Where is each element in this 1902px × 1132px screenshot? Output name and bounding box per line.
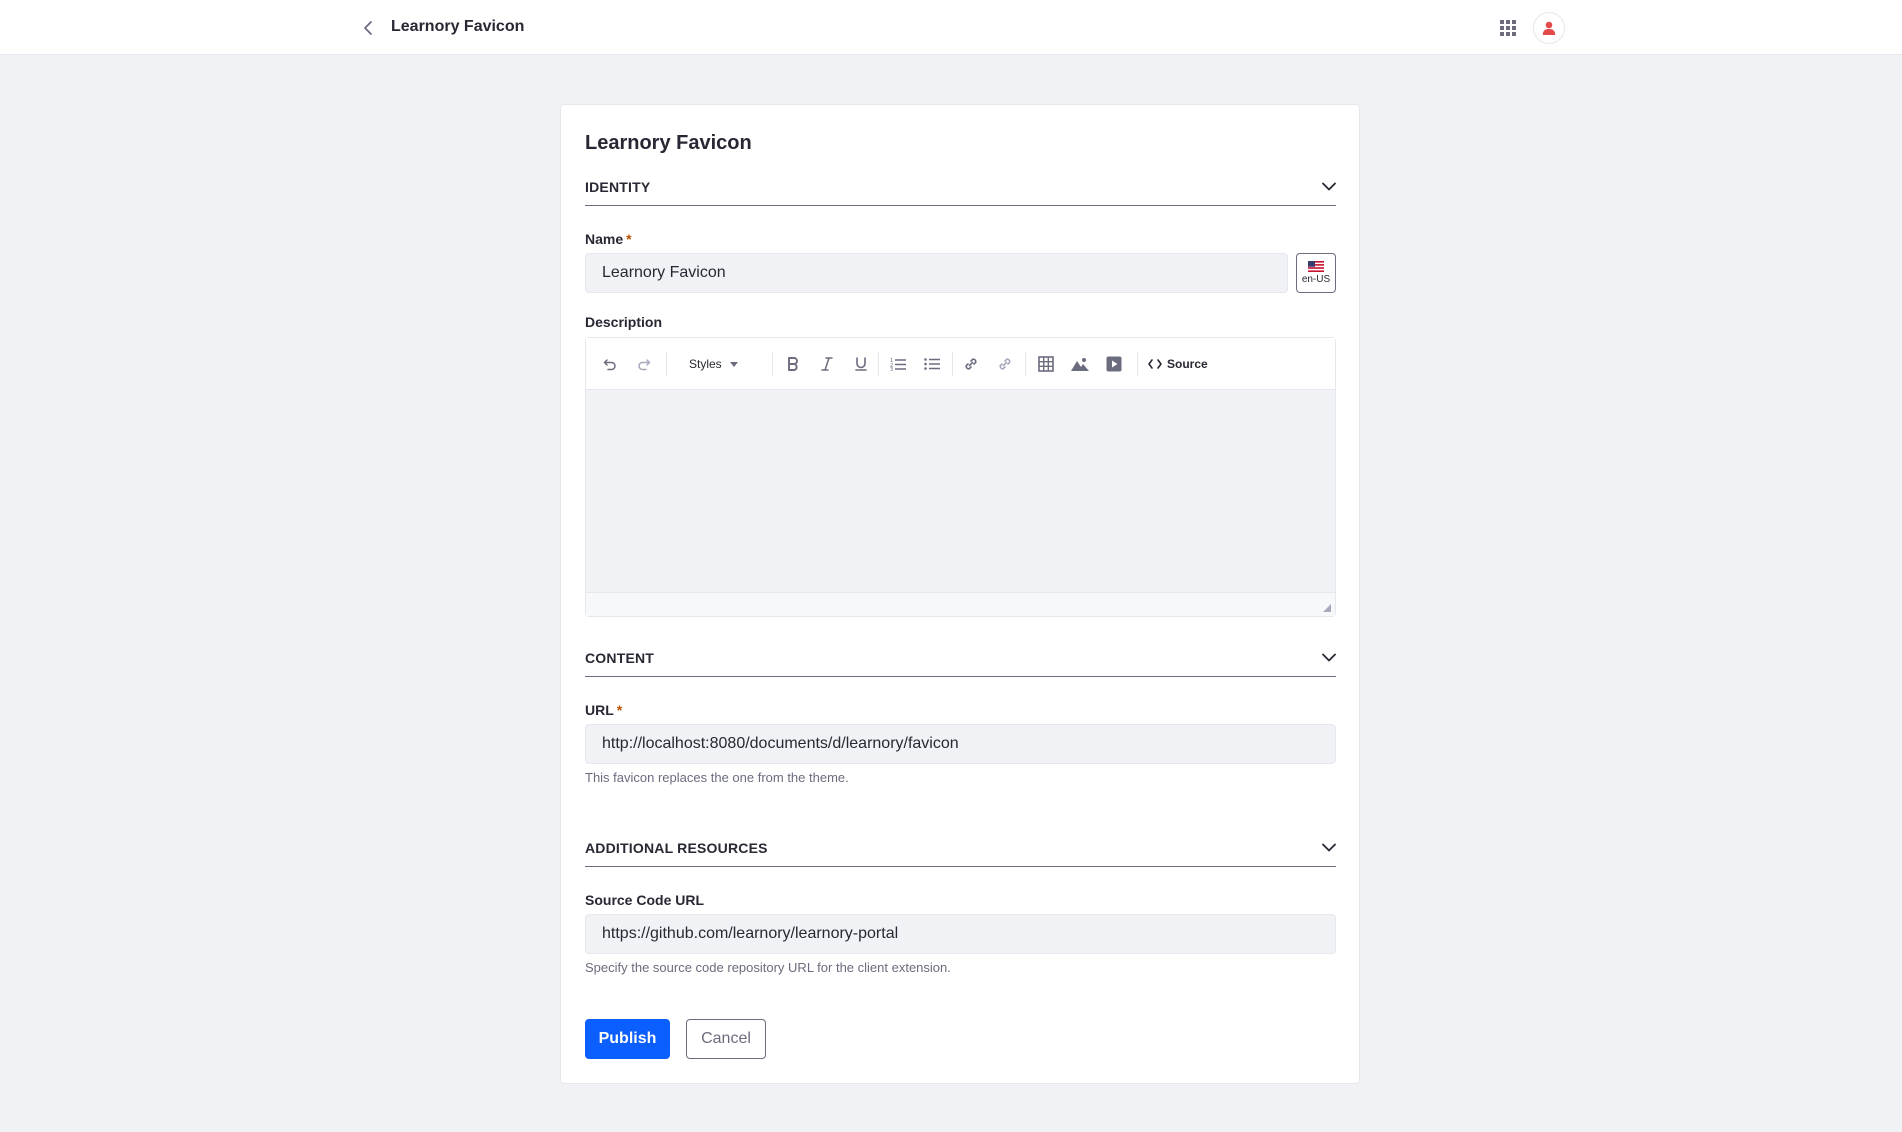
chevron-down-icon [1322, 653, 1336, 662]
form-card: Learnory Favicon IDENTITY Name * Learnory… [560, 104, 1360, 1084]
toolbar-separator [1025, 352, 1026, 376]
page-title: Learnory Favicon [391, 18, 525, 35]
image-button[interactable] [1068, 352, 1092, 376]
table-icon [1038, 356, 1054, 372]
description-label: Description [585, 314, 663, 330]
required-mark: * [626, 231, 632, 247]
resize-handle-icon[interactable] [1323, 604, 1331, 612]
code-icon [1148, 359, 1162, 369]
toolbar-separator [772, 352, 773, 376]
editor-footer [586, 592, 1335, 616]
description-editor: Styles 1 2 3 Source [585, 337, 1336, 617]
unlink-button[interactable] [993, 352, 1017, 376]
section-identity-label: IDENTITY [585, 178, 651, 195]
bulleted-list-button[interactable] [920, 352, 944, 376]
url-label: URL * [585, 702, 622, 718]
redo-button[interactable] [632, 352, 656, 376]
unlink-icon [999, 358, 1011, 370]
apps-button[interactable] [1497, 17, 1519, 39]
grid-icon [1500, 20, 1516, 36]
required-mark: * [616, 702, 623, 718]
link-icon [965, 358, 977, 370]
italic-button[interactable] [815, 352, 839, 376]
source-label: Source [1167, 357, 1208, 371]
source-code-url-label: Source Code URL [585, 892, 705, 908]
italic-icon [821, 357, 833, 371]
section-additional-resources-toggle[interactable]: ADDITIONAL RESOURCES [585, 829, 1336, 867]
chevron-down-icon [1322, 182, 1336, 191]
source-code-url-input[interactable]: https://github.com/learnory/learnory-por… [585, 914, 1336, 954]
source-code-url-help-text: Specify the source code repository URL f… [585, 960, 951, 975]
toolbar-separator [878, 352, 879, 376]
source-code-url-value: https://github.com/learnory/learnory-por… [602, 925, 899, 942]
image-icon [1071, 358, 1089, 371]
url-label-text: URL [585, 702, 614, 718]
chevron-down-icon [1322, 843, 1336, 852]
styles-dropdown[interactable]: Styles [689, 352, 738, 376]
section-identity-toggle[interactable]: IDENTITY [585, 168, 1336, 206]
section-additional-resources-label: ADDITIONAL RESOURCES [585, 839, 768, 856]
url-input[interactable]: http://localhost:8080/documents/d/learno… [585, 724, 1336, 764]
toolbar-separator [666, 352, 667, 376]
cancel-button[interactable]: Cancel [686, 1019, 766, 1059]
locale-code: en-US [1301, 274, 1331, 285]
svg-text:3: 3 [890, 367, 893, 371]
numbered-list-button[interactable]: 1 2 3 [886, 352, 910, 376]
form-title: Learnory Favicon [585, 132, 752, 154]
us-flag-icon [1308, 261, 1324, 272]
table-button[interactable] [1034, 352, 1058, 376]
toolbar-separator [1137, 352, 1138, 376]
language-selector-button[interactable]: en-US [1296, 253, 1336, 293]
source-button[interactable]: Source [1148, 352, 1208, 376]
user-avatar[interactable] [1533, 12, 1565, 44]
video-icon [1106, 356, 1122, 372]
redo-icon [638, 359, 651, 371]
editor-toolbar: Styles 1 2 3 Source [586, 338, 1335, 390]
toolbar-separator [952, 352, 953, 376]
link-button[interactable] [959, 352, 983, 376]
section-content-toggle[interactable]: CONTENT [585, 639, 1336, 677]
bold-button[interactable] [781, 352, 805, 376]
section-content-label: CONTENT [585, 649, 655, 666]
name-input-value: Learnory Favicon [602, 264, 726, 281]
numbered-list-icon: 1 2 3 [890, 358, 906, 371]
underline-icon [855, 357, 867, 371]
bold-icon [788, 357, 798, 371]
name-label: Name * [585, 231, 632, 247]
url-input-value: http://localhost:8080/documents/d/learno… [602, 735, 959, 752]
undo-button[interactable] [598, 352, 622, 376]
bulleted-list-icon [924, 358, 940, 370]
underline-button[interactable] [849, 352, 873, 376]
chevron-left-icon [364, 21, 372, 35]
styles-label: Styles [689, 357, 722, 371]
editor-content-area[interactable] [586, 390, 1335, 592]
publish-button[interactable]: Publish [585, 1019, 670, 1059]
user-icon [1542, 21, 1556, 35]
name-input[interactable]: Learnory Favicon [585, 253, 1288, 293]
undo-icon [603, 359, 616, 371]
url-help-text: This favicon replaces the one from the t… [585, 770, 849, 785]
video-button[interactable] [1102, 352, 1126, 376]
top-bar: Learnory Favicon [0, 0, 1902, 55]
back-button[interactable] [358, 17, 378, 39]
caret-down-icon [729, 361, 738, 367]
name-label-text: Name [585, 231, 624, 247]
